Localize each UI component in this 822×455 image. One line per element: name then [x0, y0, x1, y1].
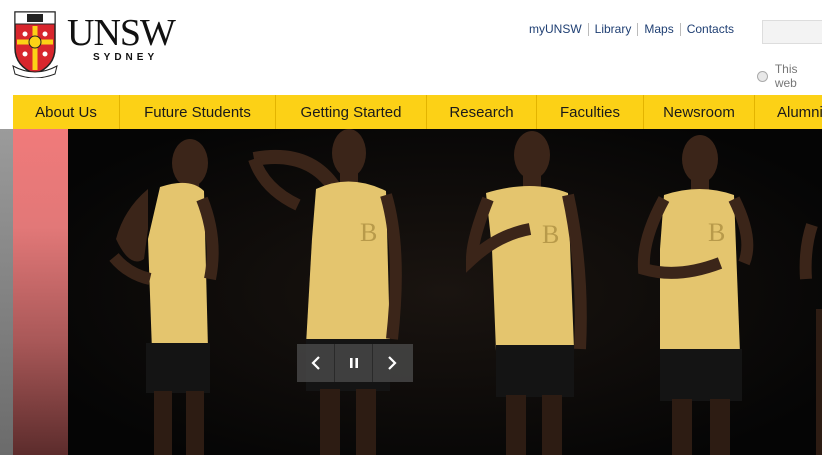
nav-future-students[interactable]: Future Students: [120, 95, 276, 129]
slider-pause-button[interactable]: [335, 344, 373, 382]
link-library[interactable]: Library: [595, 22, 632, 36]
search-scope[interactable]: This web: [757, 62, 822, 90]
unsw-logo[interactable]: UNSW SYDNEY: [11, 8, 176, 78]
crest-icon: [12, 11, 58, 78]
hero-edge: [0, 129, 13, 455]
nav-research[interactable]: Research: [427, 95, 537, 129]
utility-links: myUNSW Library Maps Contacts: [529, 22, 734, 36]
slider-controls: [297, 344, 413, 382]
chevron-left-icon: [310, 356, 320, 370]
link-separator: [587, 22, 589, 36]
pause-icon: [349, 358, 358, 368]
scope-label: This web: [774, 62, 798, 90]
slider-next-button[interactable]: [373, 344, 411, 382]
hero-previous-slide-peek: [13, 129, 68, 455]
nav-about-us[interactable]: About Us: [13, 95, 120, 129]
search-input[interactable]: [762, 20, 822, 44]
hero-slide-image: B B B: [68, 129, 822, 455]
chevron-right-icon: [388, 356, 397, 370]
svg-text:B: B: [542, 220, 559, 249]
nav-newsroom[interactable]: Newsroom: [644, 95, 755, 129]
brand-name: UNSW: [67, 12, 176, 54]
dancers-illustration: B B B: [68, 129, 822, 455]
link-contacts[interactable]: Contacts: [687, 22, 734, 36]
main-nav: About Us Future Students Getting Started…: [13, 95, 822, 132]
slider-prev-button[interactable]: [297, 344, 335, 382]
svg-text:B: B: [708, 218, 725, 247]
link-separator: [679, 22, 681, 36]
link-separator: [637, 22, 639, 36]
nav-getting-started[interactable]: Getting Started: [276, 95, 427, 129]
link-myunsw[interactable]: myUNSW: [529, 22, 582, 36]
nav-alumni[interactable]: Alumni: [755, 95, 822, 129]
link-maps[interactable]: Maps: [644, 22, 673, 36]
scope-radio[interactable]: [757, 70, 768, 82]
nav-faculties[interactable]: Faculties: [537, 95, 644, 129]
svg-text:B: B: [360, 218, 377, 247]
